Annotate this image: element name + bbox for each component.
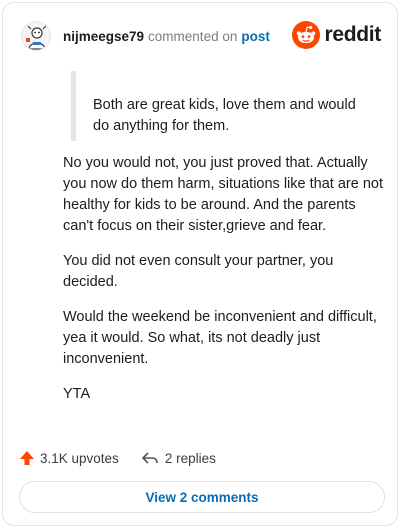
comment-meta: nijmeegse79 commented on post (63, 29, 270, 44)
replies-count: 2 replies (164, 450, 216, 466)
comment-paragraph: You did not even consult your partner, y… (63, 253, 334, 290)
commented-on-label: commented on (148, 28, 238, 44)
reddit-logo-icon (292, 21, 321, 49)
quoted-text: Both are great kids, love them and would… (93, 97, 356, 134)
comment-header: nijmeegse79 commented on post reddit (21, 19, 381, 53)
reddit-brand[interactable]: reddit (292, 21, 381, 49)
comment-card: nijmeegse79 commented on post reddit Bot… (2, 2, 398, 526)
comment-body: No you would not, you just proved that. … (63, 153, 385, 419)
upvote-arrow-icon (20, 451, 34, 465)
replies-button[interactable]: 2 replies (141, 450, 216, 466)
comment-paragraph: No you would not, you just proved that. … (63, 155, 383, 234)
reddit-wordmark: reddit (324, 23, 381, 46)
upvote-button[interactable]: 3.1K upvotes (19, 450, 119, 466)
comment-paragraph: Would the weekend be inconvenient and di… (63, 309, 377, 367)
comment-paragraph: YTA (63, 386, 91, 402)
username-link[interactable]: nijmeegse79 (63, 29, 144, 44)
view-comments-button[interactable]: View 2 comments (19, 481, 385, 513)
avatar-icon (22, 22, 50, 50)
quoted-text-block: Both are great kids, love them and would… (71, 71, 371, 141)
comment-footer: 3.1K upvotes 2 replies (19, 446, 216, 470)
post-link[interactable]: post (241, 29, 270, 44)
avatar[interactable] (21, 21, 51, 51)
upvote-count: 3.1K upvotes (40, 450, 119, 466)
reply-icon (142, 452, 158, 464)
